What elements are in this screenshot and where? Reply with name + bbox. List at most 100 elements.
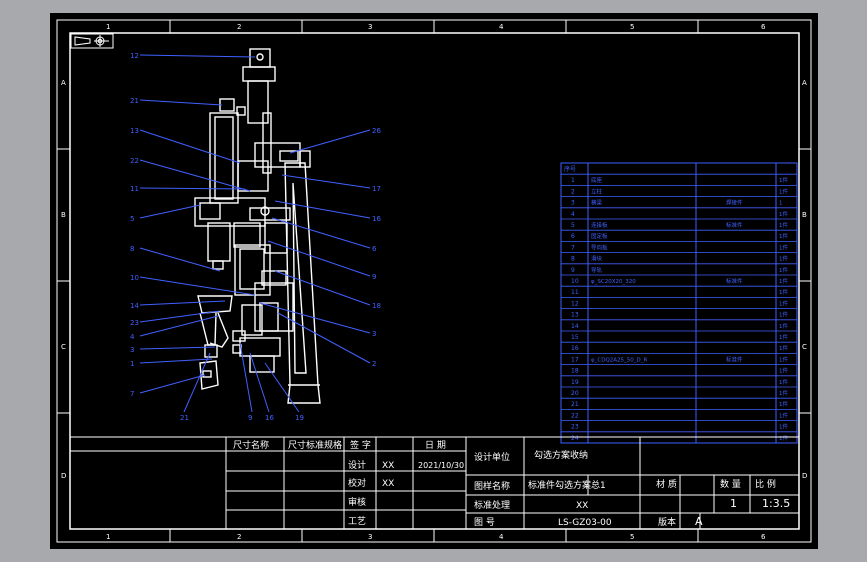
callout-label: 2 (372, 360, 376, 368)
bom-row-no: 19 (571, 379, 579, 386)
bom-row-no: 17 (571, 356, 579, 363)
tb-unit-value: 勾选方案收纳 (534, 449, 588, 461)
bom-row-name: 底座 (591, 176, 603, 184)
cad-drawing: 1 2 3 4 5 61 2 3 4 5 6A AB BC CD D 12211… (56, 19, 812, 543)
tb-col-qty: 尺寸名称 (233, 439, 269, 451)
bom-row-no: 3 (571, 200, 575, 207)
zone-label-left: B (61, 211, 66, 219)
bom-row-no: 12 (571, 300, 579, 307)
bom-row-no: 16 (571, 345, 579, 352)
tb-date-head: 日 期 (425, 440, 446, 451)
zone-label-top: 6 (761, 23, 766, 31)
callout-label: 19 (295, 414, 304, 422)
callout-label: 7 (130, 390, 134, 398)
callout-label: 22 (130, 157, 139, 165)
inner-border (69, 32, 800, 530)
callout-label: 13 (130, 127, 139, 135)
leader-line (249, 352, 270, 413)
bom-row-no: 9 (571, 267, 575, 274)
leader-line (289, 129, 371, 154)
bom-row-name: 立柱 (591, 187, 603, 195)
bom-row-name: 导轨 (591, 266, 603, 274)
tb-drawing-name: 标准件勾选方案总1 (528, 479, 606, 491)
bom-row-no: 15 (571, 334, 579, 341)
bom-row-no: 1 (571, 177, 575, 184)
bom-row-note: 1件 (779, 400, 788, 408)
bom-row-note: 1件 (779, 322, 788, 330)
tb-doc-label: 标准处理 (474, 499, 510, 511)
bom-row-note: 1件 (779, 355, 788, 363)
tb-sign-head: 签 字 (350, 439, 371, 451)
callout-label: 8 (130, 245, 134, 253)
leader-line (139, 276, 256, 296)
tb-scale-value: 1:3.5 (762, 497, 790, 510)
callout-label: 11 (130, 185, 139, 193)
bom-row-note: 1件 (779, 434, 788, 442)
callout-label: 3 (130, 346, 134, 354)
bom-row-name: φ_SC20X20_320 (591, 279, 636, 285)
bom-row-note: 1件 (779, 411, 788, 419)
zone-label-bottom: 3 (368, 533, 372, 541)
bom-row-no: 14 (571, 323, 579, 330)
leader-line (139, 129, 241, 164)
bom-row-note: 1件 (779, 232, 788, 240)
bom-row-note: 1件 (779, 210, 788, 218)
callout-label: 21 (180, 414, 189, 422)
callout-label: 23 (130, 319, 139, 327)
bom-row-name: 滑块 (591, 255, 603, 263)
zone-label-left: C (61, 343, 66, 351)
bom-row-note: 1 (779, 201, 783, 207)
bom-row-note: 1件 (779, 288, 788, 296)
tb-drawing-no-label: 图 号 (474, 517, 495, 528)
bom-row-note: 1件 (779, 333, 788, 341)
leader-line (139, 204, 201, 219)
bom-row-no: 24 (571, 435, 579, 442)
leader-line (139, 54, 256, 58)
bom-row-note: 1件 (779, 255, 788, 263)
zone-label-top: 4 (499, 23, 504, 31)
tb-design-date: 2021/10/30 (418, 461, 464, 470)
bom-header: 序号 (564, 165, 576, 173)
bom-row-no: 4 (571, 211, 575, 218)
tb-check-label: 校对 (348, 477, 366, 489)
zone-label-bottom: 4 (499, 533, 504, 541)
bom-row-name: 横梁 (591, 199, 603, 207)
zone-label-top: 1 (106, 23, 110, 31)
zone-label-bottom: 2 (237, 533, 241, 541)
bom-row-no: 20 (571, 390, 579, 397)
bom-row-name: 固定板 (591, 232, 608, 240)
tb-design-name: XX (382, 461, 394, 471)
callout-label: 5 (130, 215, 134, 223)
tb-design-label: 设计 (348, 459, 366, 471)
bom-row-no: 5 (571, 222, 575, 229)
zone-label-top: 2 (237, 23, 241, 31)
bom-row-note: 1件 (779, 299, 788, 307)
tb-material-label: 材 质 (656, 478, 677, 490)
zone-label-bottom: 1 (106, 533, 110, 541)
bom-row-name: 导向板 (591, 243, 608, 251)
callout-label: 9 (372, 273, 376, 281)
bom-row-note: 1件 (779, 221, 788, 229)
callout-label: 14 (130, 302, 139, 310)
tb-qty-value: 1 (730, 497, 737, 510)
bom-row-note: 1件 (779, 367, 788, 375)
callout-label: 26 (372, 127, 381, 135)
bom-row-note: 1件 (779, 277, 788, 285)
zone-label-left: D (61, 472, 66, 480)
bom-row-no: 11 (571, 289, 579, 296)
tb-review-label: 审核 (348, 496, 366, 508)
tb-process-label: 工艺 (348, 516, 366, 527)
bom-row-no: 13 (571, 312, 579, 319)
zone-label-top: 3 (368, 23, 372, 31)
tb-qty-label: 数 量 (720, 478, 741, 490)
projection-symbol (70, 33, 114, 49)
bom-row-name: 连接板 (591, 221, 608, 229)
leader-line (139, 374, 206, 394)
bom-row-no: 23 (571, 424, 579, 431)
callout-label: 1 (130, 360, 134, 368)
callout-label: 12 (130, 52, 139, 60)
bom-row-no: 18 (571, 368, 579, 375)
tb-check-name: XX (382, 479, 394, 489)
bom-row-note: 1件 (779, 389, 788, 397)
bom-row-note: 1件 (779, 176, 788, 184)
